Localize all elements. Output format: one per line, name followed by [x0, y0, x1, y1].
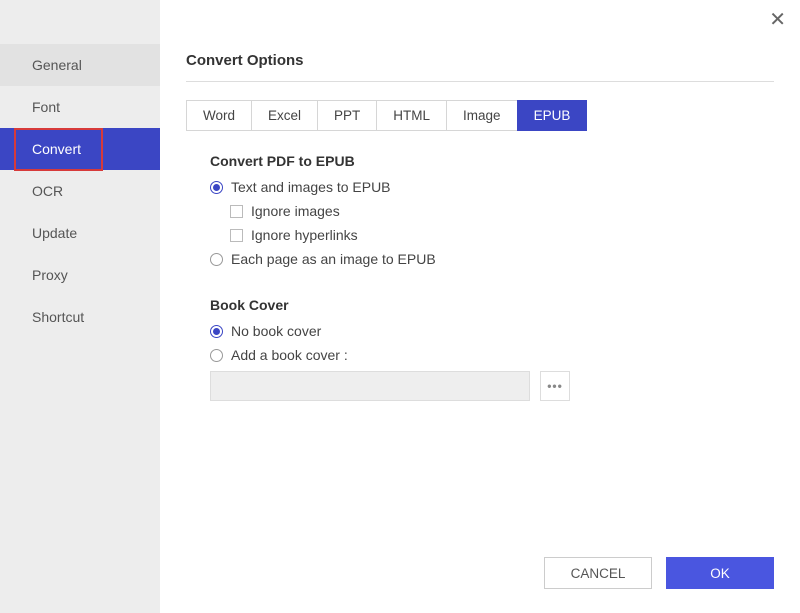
tab-label: EPUB [534, 108, 571, 123]
tab-label: HTML [393, 108, 430, 123]
radio-no-cover[interactable]: No book cover [210, 323, 774, 339]
sidebar-item-label: General [32, 57, 82, 73]
tab-label: PPT [334, 108, 360, 123]
cover-path-row: ••• [210, 371, 774, 401]
cancel-button[interactable]: CANCEL [544, 557, 652, 589]
sidebar-item-label: Proxy [32, 267, 68, 283]
tab-epub[interactable]: EPUB [517, 100, 588, 131]
checkbox-label: Ignore hyperlinks [251, 227, 358, 243]
section-convert-pdf: Convert PDF to EPUB Text and images to E… [210, 153, 774, 275]
tab-excel[interactable]: Excel [251, 100, 317, 131]
format-tabs: Word Excel PPT HTML Image EPUB [186, 100, 774, 131]
checkbox-label: Ignore images [251, 203, 340, 219]
ellipsis-icon: ••• [547, 379, 563, 393]
radio-label: No book cover [231, 323, 321, 339]
sidebar: General Font Convert OCR Update Proxy Sh… [0, 0, 160, 613]
checkbox-icon [230, 205, 243, 218]
radio-label: Each page as an image to EPUB [231, 251, 436, 267]
section-title: Convert PDF to EPUB [210, 153, 774, 169]
radio-text-and-images[interactable]: Text and images to EPUB [210, 179, 774, 195]
checkbox-ignore-images[interactable]: Ignore images [230, 203, 774, 219]
cover-path-input[interactable] [210, 371, 530, 401]
browse-button[interactable]: ••• [540, 371, 570, 401]
section-title: Book Cover [210, 297, 774, 313]
sidebar-item-label: Update [32, 225, 77, 241]
page-title: Convert Options [186, 52, 774, 69]
button-label: CANCEL [571, 566, 626, 581]
sidebar-item-update[interactable]: Update [0, 212, 160, 254]
radio-each-page-image[interactable]: Each page as an image to EPUB [210, 251, 774, 267]
tab-label: Word [203, 108, 235, 123]
tab-label: Excel [268, 108, 301, 123]
sidebar-item-proxy[interactable]: Proxy [0, 254, 160, 296]
close-icon: ✕ [769, 9, 786, 31]
radio-add-cover[interactable]: Add a book cover : [210, 347, 774, 363]
tab-label: Image [463, 108, 501, 123]
radio-icon [210, 253, 223, 266]
sidebar-item-label: Shortcut [32, 309, 84, 325]
main-panel: ✕ Convert Options Word Excel PPT HTML Im… [160, 0, 800, 613]
divider [186, 81, 774, 82]
radio-label: Add a book cover : [231, 347, 348, 363]
ok-button[interactable]: OK [666, 557, 774, 589]
close-button[interactable]: ✕ [769, 10, 786, 30]
sidebar-item-label: Font [32, 99, 60, 115]
sidebar-item-font[interactable]: Font [0, 86, 160, 128]
tab-html[interactable]: HTML [376, 100, 446, 131]
sidebar-item-general[interactable]: General [0, 44, 160, 86]
radio-label: Text and images to EPUB [231, 179, 391, 195]
section-book-cover: Book Cover No book cover Add a book cove… [210, 297, 774, 401]
button-label: OK [710, 566, 730, 581]
sidebar-item-ocr[interactable]: OCR [0, 170, 160, 212]
dialog-footer: CANCEL OK [544, 557, 774, 589]
sidebar-item-convert[interactable]: Convert [0, 128, 160, 170]
radio-icon [210, 349, 223, 362]
checkbox-ignore-hyperlinks[interactable]: Ignore hyperlinks [230, 227, 774, 243]
sidebar-item-shortcut[interactable]: Shortcut [0, 296, 160, 338]
radio-icon [210, 181, 223, 194]
tab-image[interactable]: Image [446, 100, 517, 131]
radio-icon [210, 325, 223, 338]
sidebar-item-label: OCR [32, 183, 63, 199]
checkbox-icon [230, 229, 243, 242]
sidebar-item-label: Convert [32, 141, 81, 157]
tab-word[interactable]: Word [186, 100, 251, 131]
tab-ppt[interactable]: PPT [317, 100, 376, 131]
